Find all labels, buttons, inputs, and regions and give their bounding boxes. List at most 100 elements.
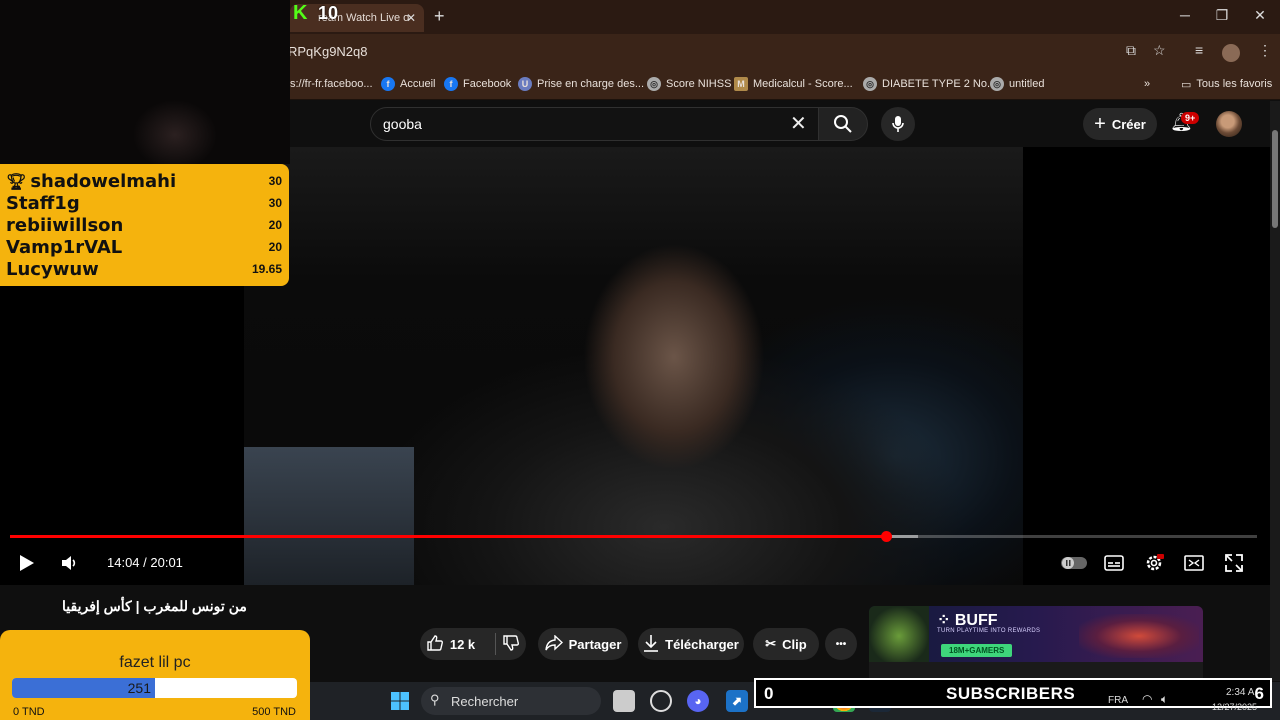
leaderboard-value: 19.65	[251, 262, 282, 276]
app-icon[interactable]	[650, 690, 672, 712]
bookmark-label: s://fr-fr.faceboo...	[290, 78, 373, 90]
volume-icon	[62, 556, 76, 570]
clock-date[interactable]: 12/27/2025	[1212, 702, 1257, 712]
scissors-icon: ✂	[765, 636, 777, 651]
all-bookmarks-label: Tous les favoris	[1196, 78, 1273, 90]
video-frame	[244, 147, 1023, 585]
ad-banner[interactable]: ⁘ BUFF TURN PLAYTIME INTO REWARDS 18M+GA…	[869, 606, 1203, 662]
search-icon	[834, 115, 852, 133]
video-frame-window	[244, 447, 414, 585]
thumbs-up-icon	[426, 634, 444, 655]
bookmark-label: DIABETE TYPE 2 No...	[882, 78, 997, 90]
tab-close-icon[interactable]: ✕	[406, 11, 416, 25]
microphone-icon	[892, 116, 904, 132]
language-indicator[interactable]: FRA	[1108, 695, 1128, 706]
create-button[interactable]: + Créer	[1083, 108, 1157, 140]
bookmark-star-icon[interactable]: ☆	[1153, 42, 1166, 59]
subtitles-button[interactable]	[1102, 552, 1126, 574]
leaderboard-value: 20	[268, 218, 282, 232]
ad-tagline: TURN PLAYTIME INTO REWARDS	[937, 628, 1041, 634]
bookmark-item[interactable]: s://fr-fr.faceboo...	[290, 76, 373, 92]
thumbs-down-icon[interactable]	[502, 634, 520, 655]
kick-logo: K	[293, 2, 308, 24]
bookmark-item[interactable]: f Facebook	[444, 76, 511, 92]
taskbar-search-placeholder: Rechercher	[451, 693, 519, 709]
progress-scrubber-handle[interactable]	[881, 531, 892, 542]
goal-min-label: 0 TND	[13, 706, 45, 718]
bookmark-item[interactable]: ◎ untitled	[990, 76, 1044, 92]
fullscreen-button[interactable]	[1222, 552, 1246, 574]
search-input[interactable]: gooba	[370, 107, 820, 141]
account-avatar[interactable]	[1216, 111, 1242, 137]
fullscreen-icon	[1225, 554, 1243, 572]
kick-counter: 10	[318, 3, 339, 23]
play-button[interactable]	[16, 552, 38, 574]
scrollbar-thumb[interactable]	[1272, 130, 1278, 228]
windows-start-icon[interactable]	[389, 690, 411, 712]
leaderboard-name: 🏆︎ shadowelmahi	[6, 171, 176, 192]
all-bookmarks-folder[interactable]: ▭ Tous les favoris	[1181, 76, 1272, 92]
settings-button[interactable]	[1142, 552, 1166, 574]
trophy-icon: 🏆︎	[6, 171, 27, 191]
leaderboard-row: 🏆︎ shadowelmahi 30	[6, 170, 282, 192]
leaderboard-name: Staff1g	[6, 192, 80, 214]
search-button[interactable]	[818, 107, 868, 141]
media-controls-icon[interactable]: ≡	[1195, 42, 1203, 58]
goal-progress-bar: 251	[12, 678, 297, 698]
bookmarks-more-icon[interactable]: »	[1144, 76, 1150, 92]
bookmark-item[interactable]: M Medicalcul - Score...	[734, 76, 853, 92]
ad-brand: ⁘ BUFF	[937, 612, 998, 629]
bookmark-label: Medicalcul - Score...	[753, 78, 853, 90]
more-actions-button[interactable]: •••	[825, 628, 857, 660]
profile-avatar[interactable]	[1222, 44, 1240, 62]
url-field[interactable]: RPqKg9N2q8	[288, 44, 368, 59]
browser-menu-icon[interactable]: ⋮	[1258, 42, 1272, 59]
ad-brand-text: BUFF	[954, 612, 998, 629]
more-chevron: »	[1144, 78, 1151, 90]
discord-icon[interactable]: ◕	[687, 690, 709, 712]
voice-search-button[interactable]	[881, 107, 915, 141]
download-label: Télécharger	[665, 636, 739, 652]
new-tab-icon[interactable]: +	[434, 6, 445, 27]
goal-max-label: 500 TND	[252, 706, 296, 718]
share-button[interactable]: Partager	[538, 628, 628, 660]
bookmark-label: Score NIHSS	[666, 78, 732, 90]
autoplay-toggle-icon	[1061, 557, 1087, 569]
notification-badge: 9+	[1181, 112, 1200, 124]
plus-icon: +	[1094, 112, 1106, 135]
bookmark-item[interactable]: ◎ DIABETE TYPE 2 No...	[863, 76, 996, 92]
maximize-icon[interactable]: ❐	[1203, 7, 1241, 24]
bookmark-item[interactable]: f Accueil	[381, 76, 435, 92]
minimize-icon[interactable]: ─	[1166, 7, 1204, 23]
app-icon[interactable]: ⬈	[726, 690, 748, 712]
install-app-icon[interactable]: ⧉	[1126, 42, 1136, 59]
speaker-icon[interactable]: 🔈︎	[1161, 692, 1168, 707]
leaderboard-row: Vamp1rVAL 20	[6, 236, 282, 258]
wifi-icon[interactable]: ◠	[1142, 692, 1152, 706]
task-view-icon[interactable]	[613, 690, 635, 712]
taskbar-search[interactable]: ⚲ Rechercher	[421, 687, 601, 715]
gear-icon	[1146, 554, 1164, 571]
facebook-icon: f	[444, 77, 458, 91]
create-label: Créer	[1111, 116, 1146, 132]
subscribers-overlay: 0 SUBSCRIBERS 6	[754, 678, 1272, 708]
like-button[interactable]: 12 k	[420, 628, 526, 660]
close-window-icon[interactable]: ✕	[1241, 7, 1279, 24]
like-count: 12 k	[449, 636, 476, 652]
bookmark-label: Accueil	[400, 78, 436, 90]
clear-search-icon[interactable]: ✕	[790, 111, 807, 136]
volume-button[interactable]	[58, 552, 80, 574]
goal-title: fazet lil pc	[119, 654, 191, 671]
autoplay-toggle[interactable]	[1060, 552, 1088, 574]
clock-time[interactable]: 2:34 A	[1226, 687, 1254, 698]
globe-icon: ◎	[863, 77, 877, 91]
more-dots-icon: •••	[835, 638, 847, 650]
bookmark-item[interactable]: U Prise en charge des...	[518, 76, 644, 92]
download-button[interactable]: Télécharger	[638, 628, 744, 660]
miniplayer-button[interactable]	[1182, 552, 1206, 574]
site-icon: U	[518, 77, 532, 91]
bookmark-item[interactable]: ◎ Score NIHSS	[647, 76, 731, 92]
leaderboard-name: Vamp1rVAL	[6, 236, 123, 258]
browser-tab[interactable]: ream Watch Live o ✕	[290, 4, 424, 32]
clip-button[interactable]: ✂ Clip	[753, 628, 819, 660]
